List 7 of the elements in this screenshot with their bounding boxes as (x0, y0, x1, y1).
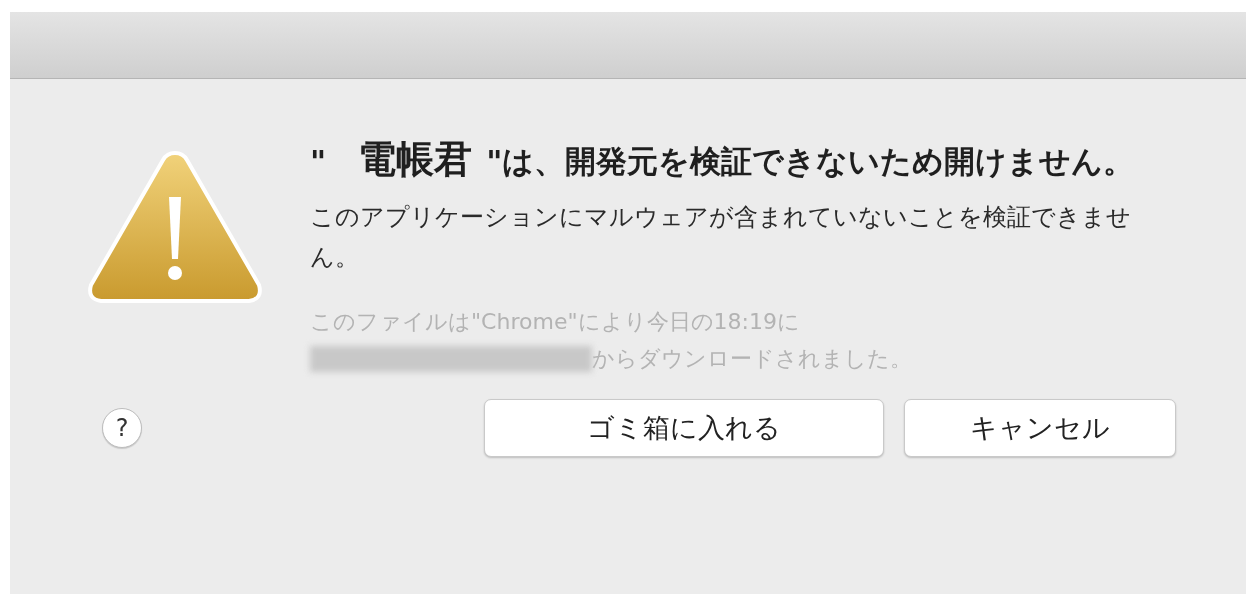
source-text: からダウンロードされました。 (592, 345, 912, 373)
source-text: このファイルは"Chrome"により今日の18:19に (310, 308, 800, 336)
dialog-heading: " 電帳君 "は、開発元を検証できないため開けません。 (310, 136, 1136, 183)
dialog-message: このアプリケーションにマルウェアが含まれていないことを検証できません。 (310, 202, 1132, 273)
dialog-button[interactable]: ゴミ箱に入れる (484, 399, 884, 457)
dialog-button[interactable]: キャンセル (904, 399, 1176, 457)
help-button[interactable]: ? (102, 408, 142, 448)
